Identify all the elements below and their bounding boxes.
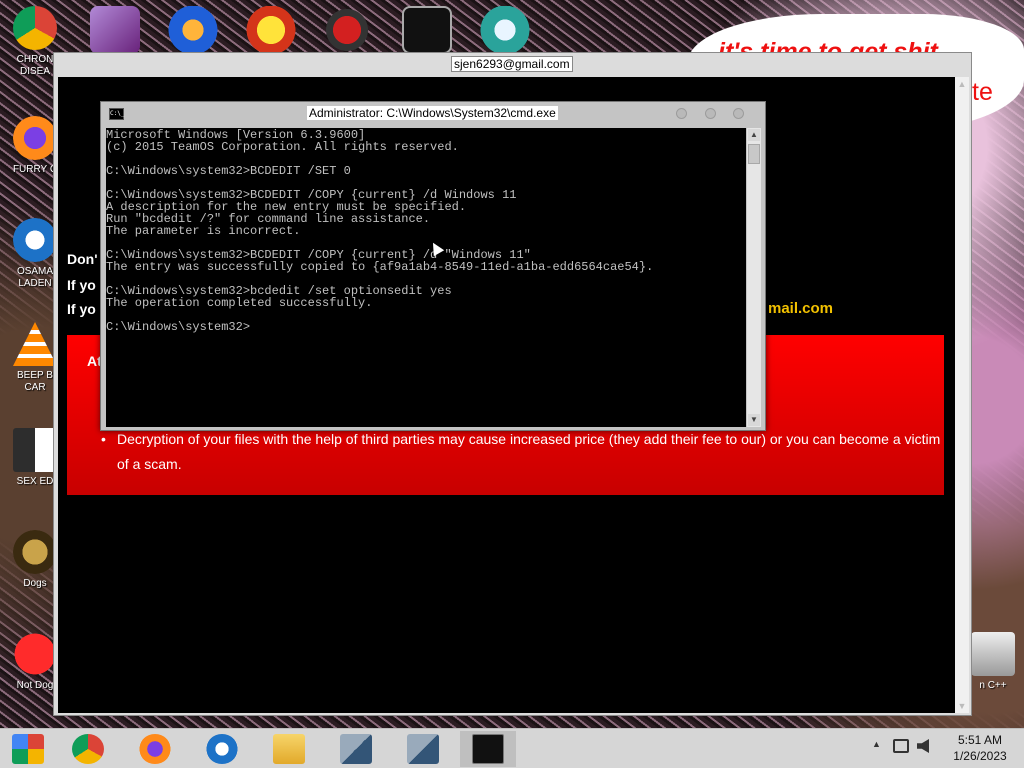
chrome-icon xyxy=(13,6,57,50)
cmd-titlebar[interactable]: C:\_ Administrator: C:\Windows\System32\… xyxy=(101,102,765,126)
blue-2-app-icon[interactable] xyxy=(168,6,218,54)
cmd-console[interactable]: Microsoft Windows [Version 6.3.9600] (c) … xyxy=(106,128,746,427)
chrome-icon xyxy=(72,734,104,764)
cmd-scroll-thumb[interactable] xyxy=(748,144,760,164)
firefox-icon xyxy=(13,116,57,160)
cmd-shortcut-icon[interactable] xyxy=(402,6,452,54)
taskbar-cmd-button[interactable] xyxy=(460,731,516,767)
scroll-up-icon[interactable]: ▲ xyxy=(748,129,760,141)
cmd-scrollbar[interactable]: ▲ ▼ xyxy=(747,128,761,427)
vlc-icon xyxy=(13,322,57,366)
cmd-line: The parameter is incorrect. xyxy=(106,224,301,238)
start-button[interactable] xyxy=(0,731,56,767)
taskbar-file-explorer-button[interactable] xyxy=(261,731,317,767)
cmd-line: (c) 2015 TeamOS Corporation. All rights … xyxy=(106,140,459,154)
network-setup-2-icon xyxy=(407,734,439,764)
firefox-icon xyxy=(139,734,171,764)
clock-time: 5:51 AM xyxy=(957,733,1003,747)
close-button[interactable] xyxy=(733,108,744,119)
volume-icon[interactable] xyxy=(917,739,929,753)
dogs-icon xyxy=(13,530,57,574)
taskbar-chrome-button[interactable] xyxy=(60,731,116,767)
ransom-window-titlebar[interactable]: sjen6293@gmail.com xyxy=(54,53,971,75)
speech-bubble-text-2: te xyxy=(972,78,993,106)
ransom-text-line-2: If yo xyxy=(67,277,96,293)
ransom-window-title: sjen6293@gmail.com xyxy=(451,56,573,72)
taskbar-clock[interactable]: 5:51 AM 1/26/2023 xyxy=(944,732,1016,764)
network-icon[interactable] xyxy=(893,739,909,753)
start-icon xyxy=(12,734,44,764)
taskbar-firefox-button[interactable] xyxy=(127,731,183,767)
maximize-button[interactable] xyxy=(705,108,716,119)
network-setup-icon xyxy=(340,734,372,764)
cmd-icon xyxy=(472,734,504,764)
cmd-output: Microsoft Windows [Version 6.3.9600] (c) … xyxy=(106,129,653,333)
ransom-warning-bullet: Decryption of your files with the help o… xyxy=(101,427,947,477)
ransom-contact-email: mail.com xyxy=(768,300,834,317)
obama-icon xyxy=(13,218,57,262)
cmd-window-title: Administrator: C:\Windows\System32\cmd.e… xyxy=(307,106,558,120)
pinball-p-icon[interactable] xyxy=(246,6,296,54)
obama-icon xyxy=(206,734,238,764)
cmd-line: The operation completed successfully. xyxy=(106,296,373,310)
cmd-icon: C:\_ xyxy=(109,108,124,120)
cmd-window[interactable]: C:\_ Administrator: C:\Windows\System32\… xyxy=(100,101,766,431)
devcpp-icon xyxy=(13,632,57,676)
taskbar-network-setup-2-button[interactable] xyxy=(395,731,451,767)
hx-icon xyxy=(13,428,57,472)
minimize-button[interactable] xyxy=(676,108,687,119)
taskbar-network-setup-button[interactable] xyxy=(328,731,384,767)
cmd-line: The entry was successfully copied to {af… xyxy=(106,260,654,274)
tray-chevron-icon[interactable]: ▲ xyxy=(872,739,881,749)
cmd-line: C:\Windows\system32>BCDEDIT /SET 0 xyxy=(106,164,351,178)
taskbar: ▲ 5:51 AM 1/26/2023 xyxy=(0,728,1024,768)
scroll-up-icon[interactable]: ▲ xyxy=(957,79,967,89)
scroll-down-icon[interactable]: ▼ xyxy=(748,414,760,426)
scroll-down-icon[interactable]: ▼ xyxy=(957,701,967,711)
santa-app-icon[interactable] xyxy=(480,6,530,54)
cmd-line: C:\Windows\system32> xyxy=(106,320,251,334)
ransom-window-scrollbar[interactable]: ▲ ▼ xyxy=(955,77,969,713)
clock-date: 1/26/2023 xyxy=(953,749,1007,763)
ransom-text-line-1: Don' xyxy=(67,251,98,267)
visual-studio-icon[interactable] xyxy=(90,6,140,54)
recycle-bin-icon xyxy=(971,632,1015,676)
ransom-text-line-3: If yo xyxy=(67,301,96,317)
file-explorer-icon xyxy=(273,734,305,764)
red-emblem-icon[interactable] xyxy=(322,6,372,54)
taskbar-obama-button[interactable] xyxy=(194,731,250,767)
